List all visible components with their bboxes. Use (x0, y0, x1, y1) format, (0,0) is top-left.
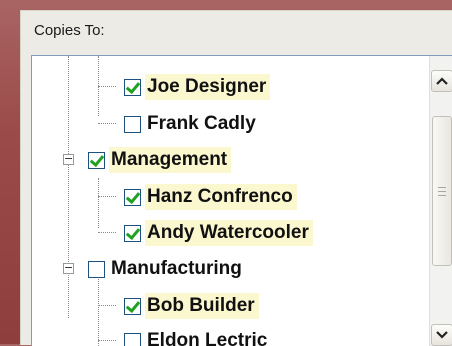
tree-line (98, 123, 116, 124)
tree-line (98, 305, 116, 306)
recipient-tree[interactable]: − − Joe Designer Frank Cadly Management … (31, 55, 452, 346)
tree-line (68, 56, 69, 318)
tree-item[interactable]: Andy Watercooler (124, 218, 313, 248)
tree-item[interactable]: Bob Builder (124, 291, 259, 321)
checkbox[interactable] (124, 225, 141, 242)
copies-to-panel: Copies To: − − Joe Designer Frank Cadly … (20, 10, 452, 345)
tree-item-label: Bob Builder (145, 293, 259, 319)
tree-group[interactable]: Management (88, 145, 231, 175)
tree-line (98, 86, 116, 87)
checkbox[interactable] (88, 261, 105, 278)
checkbox[interactable] (124, 189, 141, 206)
collapse-manufacturing-icon[interactable]: − (63, 263, 74, 274)
tree-item[interactable]: Joe Designer (124, 72, 270, 102)
tree-item-label: Hanz Confrenco (145, 184, 297, 210)
vertical-scrollbar[interactable] (429, 56, 452, 346)
tree-item-label: Andy Watercooler (145, 220, 313, 246)
tree-group[interactable]: Manufacturing (88, 254, 246, 284)
checkbox[interactable] (124, 116, 141, 133)
tree-line (98, 178, 99, 228)
chevron-down-icon (436, 331, 448, 339)
checkbox[interactable] (124, 298, 141, 315)
chevron-up-icon (436, 77, 448, 85)
scrollbar-thumb[interactable] (432, 116, 452, 266)
tree-item[interactable]: Frank Cadly (124, 109, 260, 139)
tree-item[interactable]: Hanz Confrenco (124, 182, 297, 212)
tree-line (98, 340, 116, 341)
tree-item-label: Joe Designer (145, 74, 270, 100)
tree-line (98, 232, 116, 233)
checkbox[interactable] (88, 152, 105, 169)
checkbox[interactable] (124, 79, 141, 96)
collapse-management-icon[interactable]: − (63, 154, 74, 165)
tree-group-label: Manufacturing (109, 256, 246, 282)
tree-line (98, 196, 116, 197)
tree-item-label: Frank Cadly (145, 111, 260, 137)
tree-group-label: Management (109, 147, 231, 173)
tree-item[interactable]: Eldon Lectric (124, 326, 271, 346)
grip-icon (438, 187, 446, 196)
tree-item-label: Eldon Lectric (145, 328, 271, 346)
copies-to-label: Copies To: (34, 22, 105, 39)
scroll-up-button[interactable] (431, 70, 452, 92)
scroll-down-button[interactable] (431, 324, 452, 346)
